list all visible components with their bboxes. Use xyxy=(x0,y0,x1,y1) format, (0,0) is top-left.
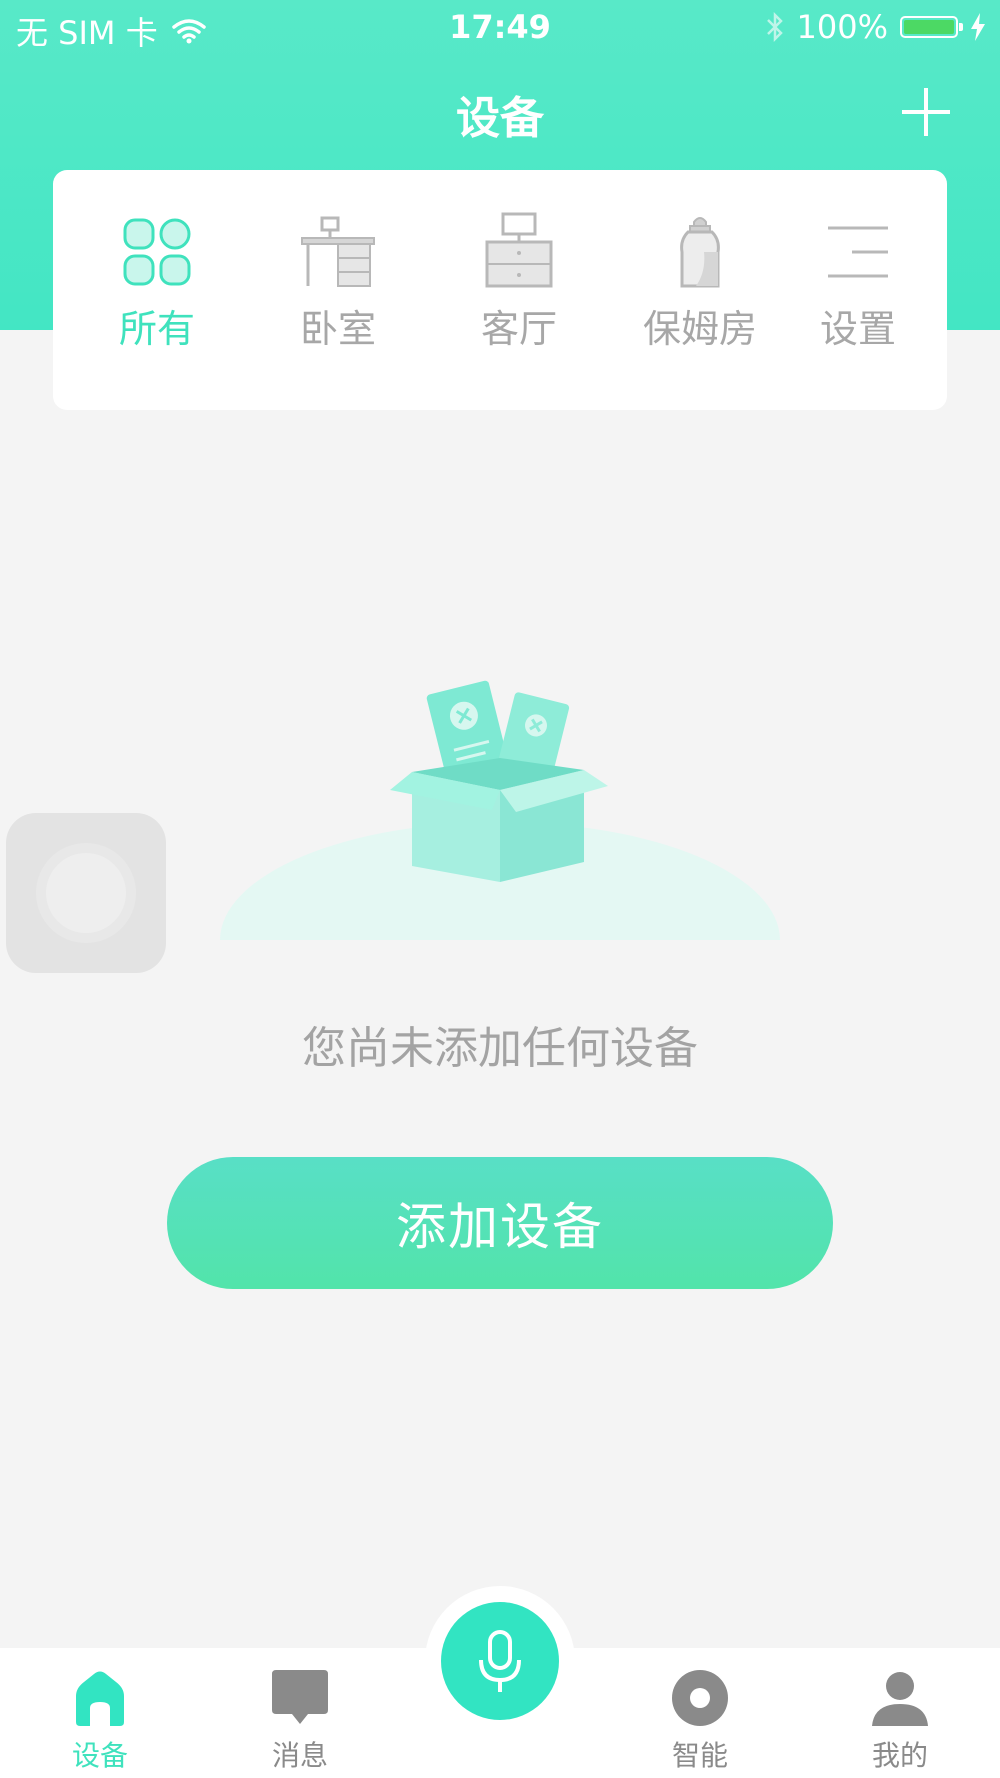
battery-percent: 100% xyxy=(796,8,888,46)
tab-profile[interactable]: 我的 xyxy=(800,1648,1000,1778)
tab-devices[interactable]: 设备 xyxy=(0,1648,200,1778)
status-right: 100% xyxy=(765,8,986,46)
baby-bottle-icon xyxy=(680,217,720,288)
assistive-touch-button[interactable] xyxy=(6,813,166,973)
room-tab-nanny-room[interactable]: 保姆房 xyxy=(625,212,775,353)
room-tab-all[interactable]: 所有 xyxy=(82,212,232,353)
profile-icon xyxy=(872,1672,928,1726)
tab-label: 消息 xyxy=(271,1739,328,1772)
tab-label: 设备 xyxy=(71,1739,128,1772)
empty-state-message: 您尚未添加任何设备 xyxy=(302,1023,698,1074)
menu-lines-icon xyxy=(828,226,888,278)
tab-messages[interactable]: 消息 xyxy=(200,1648,400,1778)
battery-fill xyxy=(904,20,954,34)
smart-icon xyxy=(672,1670,728,1726)
home-icon xyxy=(76,1671,124,1726)
grid-icon xyxy=(123,218,191,286)
room-label: 保姆房 xyxy=(642,307,757,351)
voice-button-ring xyxy=(425,1586,575,1736)
room-label: 设置 xyxy=(819,307,896,351)
message-icon xyxy=(272,1670,328,1724)
voice-button[interactable] xyxy=(441,1602,559,1720)
assistive-touch-knob xyxy=(46,853,126,933)
charging-icon xyxy=(971,13,985,41)
page-title: 设备 xyxy=(456,93,544,144)
microphone-icon xyxy=(479,1630,521,1692)
add-device-button[interactable]: 添加设备 xyxy=(167,1157,833,1289)
status-bar: 无 SIM 卡 17:49 100% xyxy=(0,0,1000,56)
tab-label: 智能 xyxy=(671,1739,728,1772)
room-label: 所有 xyxy=(118,307,195,351)
bluetooth-icon xyxy=(766,11,783,43)
room-tab-bedroom[interactable]: 卧室 xyxy=(263,212,413,353)
battery-icon xyxy=(900,16,963,38)
room-selector-card: 所有 卧室 客厅 保姆房 设置 xyxy=(53,170,947,410)
room-tab-settings[interactable]: 设置 xyxy=(788,212,928,353)
desk-icon xyxy=(301,216,375,287)
room-label: 卧室 xyxy=(299,307,376,351)
tab-smart[interactable]: 智能 xyxy=(600,1648,800,1778)
tab-label: 我的 xyxy=(871,1739,928,1772)
nav-bar: 设备 xyxy=(0,62,1000,162)
room-label: 客厅 xyxy=(480,307,557,351)
add-icon[interactable] xyxy=(900,86,952,138)
cabinet-icon xyxy=(485,212,553,288)
empty-box-illustration xyxy=(220,680,780,940)
room-tab-living-room[interactable]: 客厅 xyxy=(444,212,594,353)
